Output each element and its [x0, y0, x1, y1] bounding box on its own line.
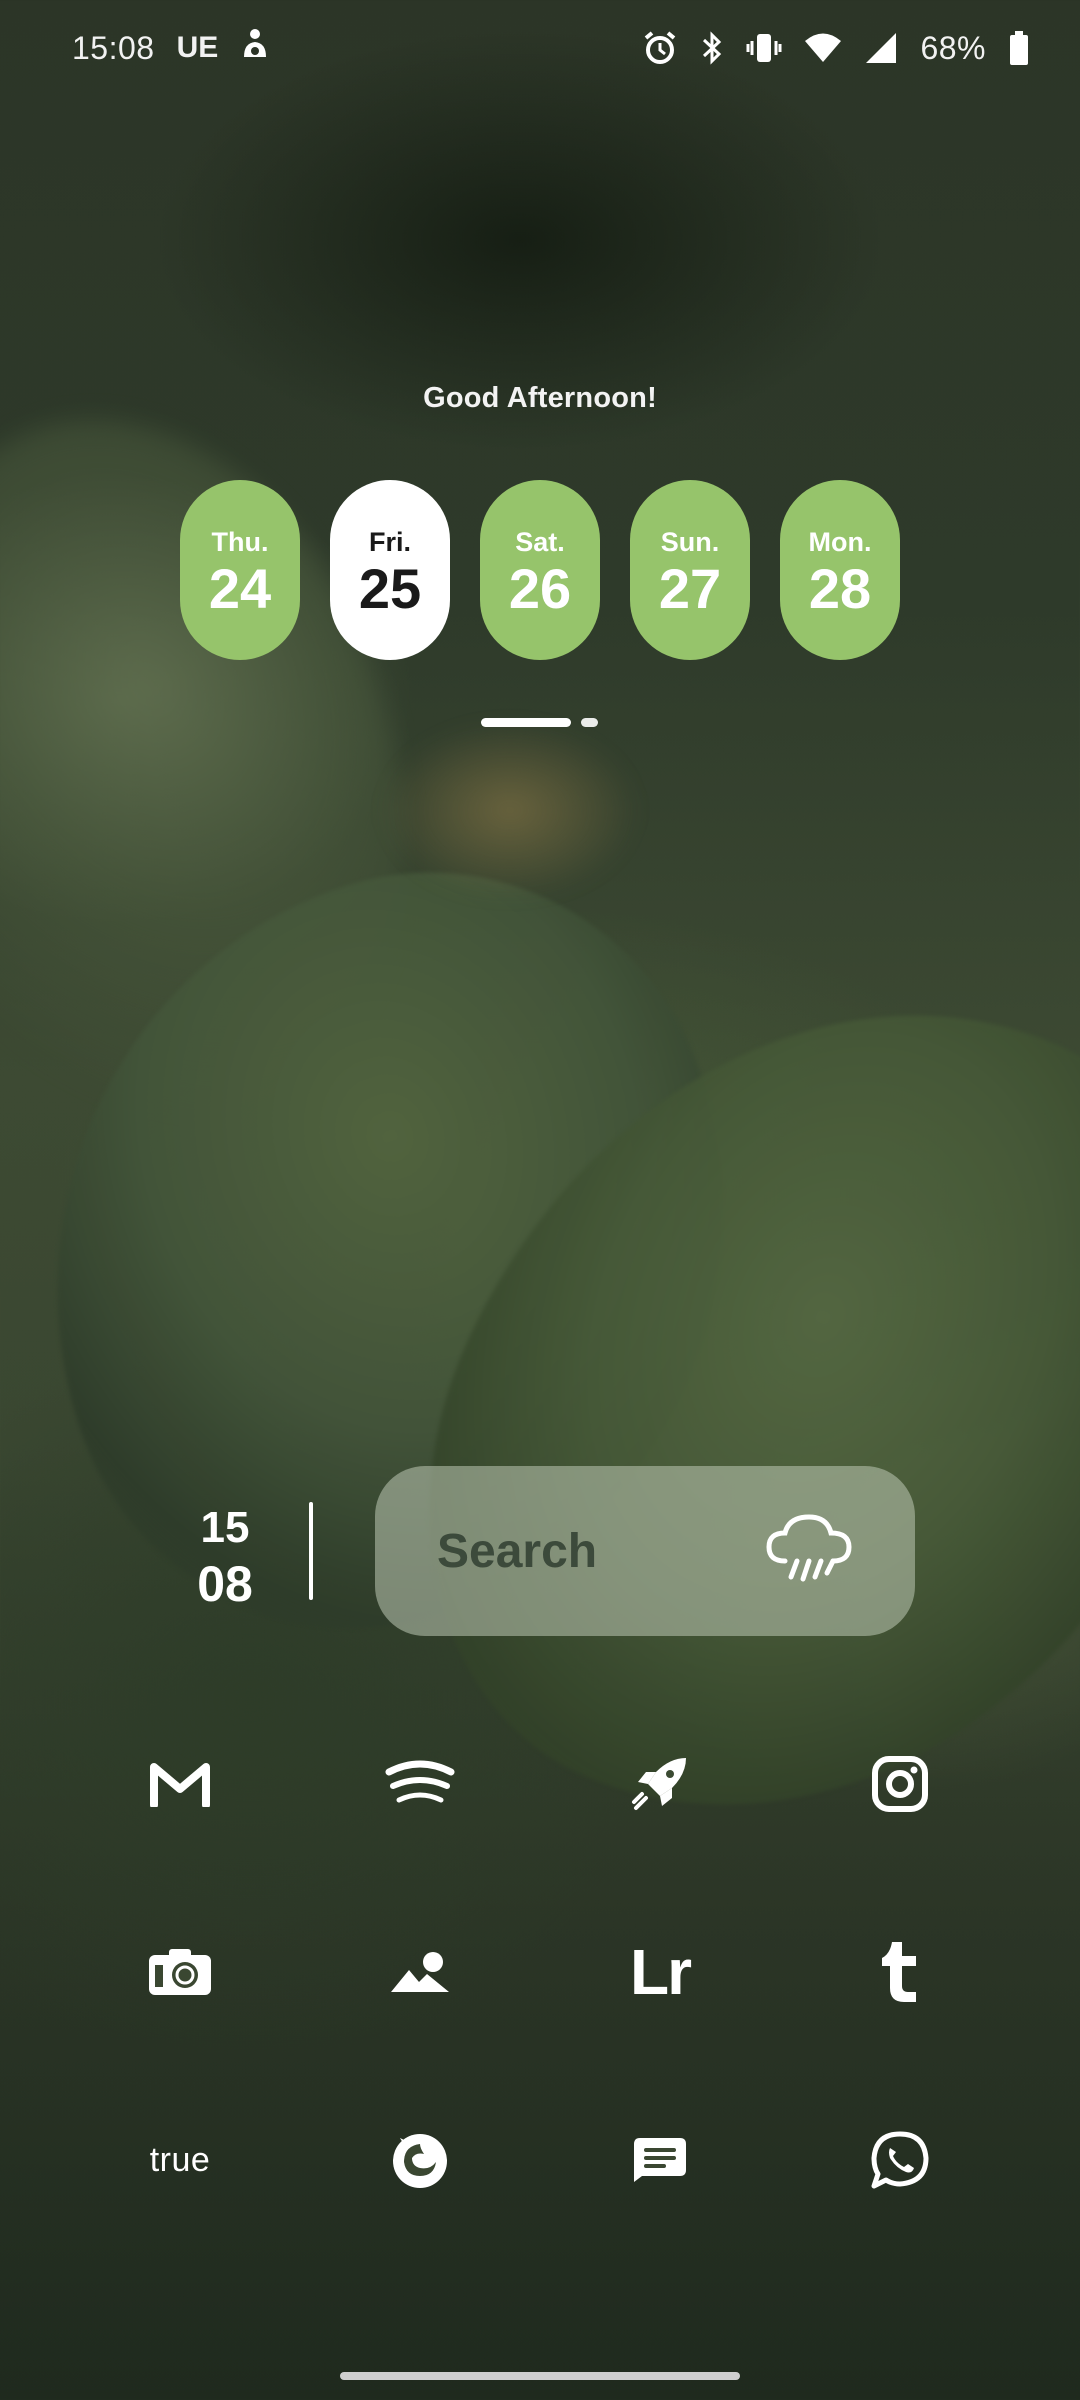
day-selector: Thu. 24 Fri. 25 Sat. 26 Sun. 27 Mon. 28 [180, 480, 900, 660]
page-indicator [481, 718, 598, 727]
background-glow [380, 720, 640, 900]
notification-icon [240, 27, 270, 69]
true-icon[interactable]: true [120, 2100, 240, 2220]
tumblr-icon[interactable] [840, 1912, 960, 2032]
day-name: Mon. [808, 527, 872, 557]
lightroom-icon[interactable]: Lr [600, 1912, 720, 2032]
day-number: 25 [358, 557, 422, 620]
gallery-icon[interactable] [360, 1912, 480, 2032]
gmail-icon[interactable] [120, 1724, 240, 1844]
day-name: Sat. [515, 527, 565, 557]
day-pill-fri[interactable]: Fri. 25 [330, 480, 450, 660]
day-name: Sun. [660, 527, 720, 557]
search-bar[interactable]: Search [375, 1466, 915, 1636]
status-bar: 15:08 UE 68% [0, 0, 1080, 96]
day-number: 26 [508, 557, 572, 620]
alarm-icon [642, 30, 678, 66]
search-label: Search [437, 1524, 598, 1578]
day-number: 24 [208, 557, 272, 620]
status-time: 15:08 [72, 29, 155, 66]
day-pill-sun[interactable]: Sun. 27 [630, 480, 750, 660]
lightroom-label: Lr [630, 1936, 692, 2008]
clock-hour: 15 [200, 1503, 250, 1552]
day-name: Fri. [368, 527, 411, 557]
messages-icon[interactable] [600, 2100, 720, 2220]
wifi-icon [804, 32, 842, 64]
day-pill-sat[interactable]: Sat. 26 [480, 480, 600, 660]
day-pill-thu[interactable]: Thu. 24 [180, 480, 300, 660]
day-pill-mon[interactable]: Mon. 28 [780, 480, 900, 660]
clock-widget[interactable]: 15 08 [160, 1500, 290, 1612]
battery-icon [1008, 30, 1030, 66]
true-label: true [149, 2140, 211, 2179]
battery-percent: 68% [920, 29, 986, 66]
whatsapp-icon[interactable] [840, 2100, 960, 2220]
day-number: 27 [658, 557, 722, 620]
page-indicator-current [481, 718, 571, 727]
greeting-text: Good Afternoon! [423, 382, 657, 414]
widget-divider [309, 1502, 313, 1600]
bluetooth-icon [700, 30, 724, 66]
day-number: 28 [808, 557, 872, 620]
rain-cloud-icon[interactable] [763, 1511, 855, 1592]
rocket-icon[interactable] [600, 1724, 720, 1844]
firefox-icon[interactable] [360, 2100, 480, 2220]
instagram-icon[interactable] [840, 1724, 960, 1844]
vibrate-icon [746, 30, 782, 66]
camera-icon[interactable] [120, 1912, 240, 2032]
clock-minute: 08 [197, 1556, 253, 1612]
day-name: Thu. [211, 527, 269, 557]
carrier-label: UE [176, 31, 219, 64]
navigation-handle[interactable] [340, 2372, 740, 2380]
page-indicator-next [581, 718, 598, 727]
signal-icon [864, 31, 898, 65]
spotify-icon[interactable] [360, 1724, 480, 1844]
